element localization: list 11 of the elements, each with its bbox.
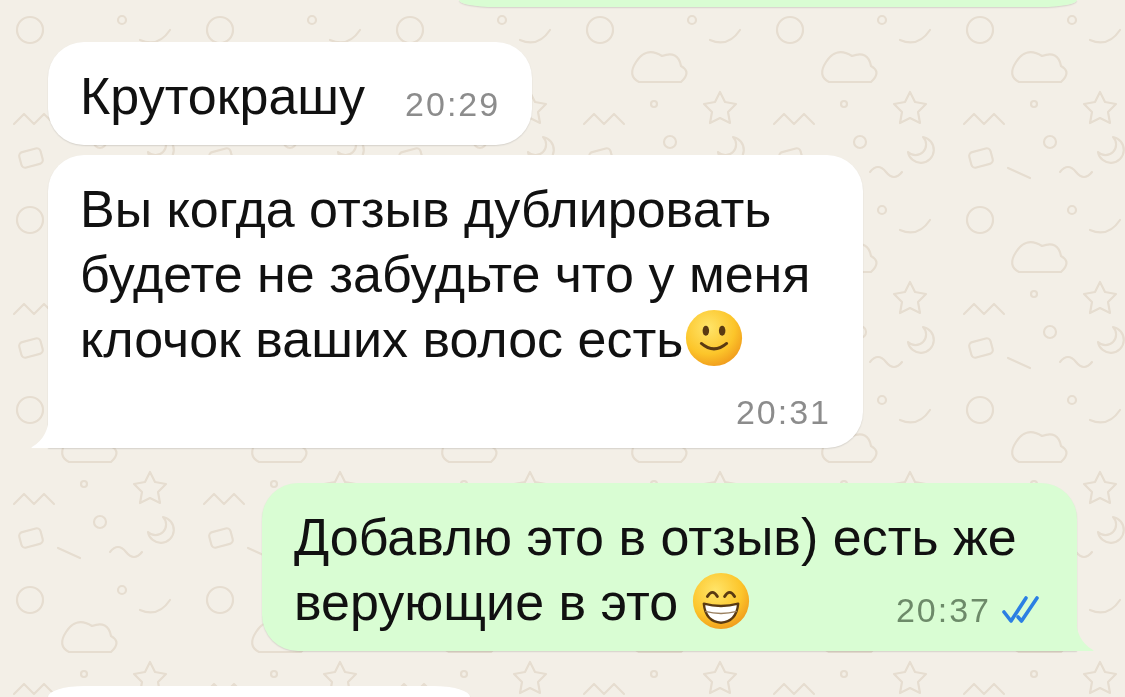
message-time: 20:31 (735, 392, 831, 432)
message-text: клочок ваших волос есть (80, 310, 684, 368)
grinning-face-icon (692, 572, 751, 630)
message-text: будете не забудьте что у меня (80, 244, 811, 305)
message-text: Крутокрашу (80, 67, 366, 125)
message-text: Вы когда отзыв дублировать (80, 179, 772, 240)
message-text: верующие в это (294, 573, 679, 631)
smiling-face-icon (685, 309, 744, 367)
message-text: Добавлю это в отзыв) есть же (294, 507, 1017, 568)
message-time: 20:37 (895, 590, 991, 630)
message-time: 20:29 (405, 84, 501, 124)
